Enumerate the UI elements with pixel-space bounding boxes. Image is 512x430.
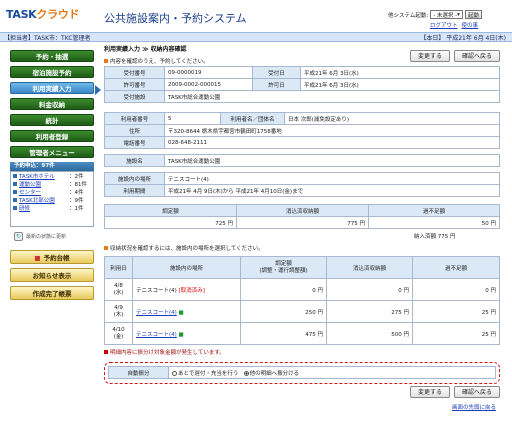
info-bar: 【担当者】TASK市：TKC管理者 【本日】 平成21年 6月 4日(木) [0, 32, 512, 42]
summary-table: 調定額 消込済収納額 過不足額 725 円 775 円 50 円 [104, 204, 500, 229]
main-content: 利用実績入力 ≫ 収納内容確認 変更する 確認へ戻る 内容を確認のうえ、予約して… [104, 44, 506, 430]
refresh-label: 最新の状態に更新 [26, 234, 67, 240]
radio-later[interactable] [172, 370, 177, 376]
list-item[interactable]: TASK市ホテル ：2件 [11, 172, 93, 180]
square-icon [13, 182, 17, 186]
breadcrumb: 利用実績入力 ≫ 収納内容確認 [104, 46, 187, 53]
system-launcher: 他システム起動: - 未選択 - ▾ 起動 [388, 10, 482, 19]
square-icon [13, 206, 17, 210]
list-item[interactable]: センター ：4件 [11, 188, 93, 196]
square-icon [13, 190, 17, 194]
refresh-control[interactable]: ↻ 最新の状態に更新 [14, 232, 66, 241]
detail-table: 利用日 施設内の場所 調定額 (調整・運行調整額) 消込済収納額 過不足額 4/… [104, 256, 500, 345]
operator-label: 【担当者】TASK市：TKC管理者 [4, 34, 91, 42]
menu-shukuhaku[interactable]: 宿泊施設予約 [10, 66, 94, 78]
app-title: 公共施設案内・予約システム [104, 12, 247, 25]
place-link[interactable]: テニスコート(4) [136, 310, 177, 316]
logout-link[interactable]: ログアウト [430, 21, 458, 29]
yoyaku-daicho-button[interactable]: ■ 予約台帳 [10, 250, 94, 264]
start-button[interactable]: 起動 [464, 10, 482, 19]
square-icon [13, 198, 17, 202]
user-table: 利用者番号 5 利用者名／団体名 日本 次郎(減免設定あり) 住所 〒320-8… [104, 112, 500, 149]
alert-icon [104, 350, 108, 354]
list-item[interactable]: 運動公園 ：81件 [11, 180, 93, 188]
book-icon: ■ [34, 254, 41, 262]
task-logo: TASKクラウド [6, 8, 80, 21]
mark-icon: ■ [178, 309, 184, 316]
menu-riyou-jisseki[interactable]: 利用実績入力 [10, 82, 94, 94]
reservation-header: 予約申込：97件 [10, 162, 94, 171]
warning-message: 明細内容に振分け対象金額が発生しています。 [104, 348, 225, 356]
note-select-place: 収納状況を確認するには、施設内の場所を選択してください。 [104, 244, 264, 252]
app-header: TASKクラウド 公共施設案内・予約システム 他システム起動: - 未選択 - ▾… [0, 0, 512, 32]
bullet-icon [104, 59, 108, 63]
page-top-link[interactable]: 画面の先頭に戻る [452, 403, 496, 411]
menu-ryoukin[interactable]: 料金収納 [10, 98, 94, 110]
radio-allocate[interactable] [243, 370, 249, 376]
place-link[interactable]: テニスコート(4) [136, 332, 177, 338]
change-button[interactable]: 変更する [410, 50, 450, 62]
table-row: 4/10 (金) テニスコート(4) ■ 475 円 500 円 25 円 [104, 322, 500, 345]
reservation-list: TASK市ホテル ：2件 運動公園 ：81件 センター ：4件 TASK北部公園 ：9件… [10, 171, 94, 227]
active-arrow-icon [95, 85, 101, 95]
change-button-bottom[interactable]: 変更する [410, 386, 450, 398]
note-confirm: 内容を確認のうえ、予約してください。 [104, 57, 209, 65]
table-row: 4/9 (木) テニスコート(4) ■ 250 円 275 円 25 円 [104, 300, 500, 323]
refresh-icon[interactable]: ↻ [14, 232, 23, 241]
menu-riyousha[interactable]: 利用者登録 [10, 130, 94, 142]
menu-yoyaku[interactable]: 予約・抽選 [10, 50, 94, 62]
today-label: 【本日】 平成21年 6月 4日(木) [420, 34, 506, 42]
system-start-label: 他システム起動: [388, 12, 429, 19]
oshirase-button[interactable]: お知らせ表示 [10, 268, 94, 282]
menu-kanrisha[interactable]: 管理者メニュー [10, 146, 94, 158]
mark-icon: ■ [178, 331, 184, 338]
chevron-down-icon: ▾ [457, 11, 460, 18]
confirm-back-button-bottom[interactable]: 確認へ戻る [454, 386, 500, 398]
table-row: 4/8 (水) テニスコート(4) [取消済み] 0 円 0 円 0 円 [104, 278, 500, 301]
place-table: 施設名 TASK市総合運動公園 [104, 154, 500, 167]
menu-toukei[interactable]: 統計 [10, 114, 94, 126]
option-allocate[interactable]: 他の明細へ振分ける [243, 370, 299, 377]
auto-allocate-table: 自動振分 あとで遅付・充当を行う 他の明細へ振分ける [108, 366, 496, 379]
period-table: 施設内の場所 テニスコート(4) 利用期間 平成21年 4月 9日(木)から 平… [104, 172, 500, 197]
system-select[interactable]: - 未選択 - ▾ [430, 10, 463, 19]
confirm-back-button[interactable]: 確認へ戻る [454, 50, 500, 62]
paid-total: 納入済額 775 円 [414, 234, 456, 240]
square-icon [13, 174, 17, 178]
list-item[interactable]: TASK北部公園 ：9件 [11, 196, 93, 204]
bullet-icon [104, 246, 108, 250]
sakusei-kanryo-button[interactable]: 作成完了帳票 [10, 286, 94, 300]
list-item[interactable]: 研修 ：1件 [11, 204, 93, 212]
option-later[interactable]: あとで遅付・充当を行う [172, 370, 238, 377]
reception-table: 受付番号 09-0000019 受付日 平成21年 6月 3日(水) 許可番号 … [104, 66, 500, 103]
help-link[interactable]: 使の事 [462, 21, 479, 29]
